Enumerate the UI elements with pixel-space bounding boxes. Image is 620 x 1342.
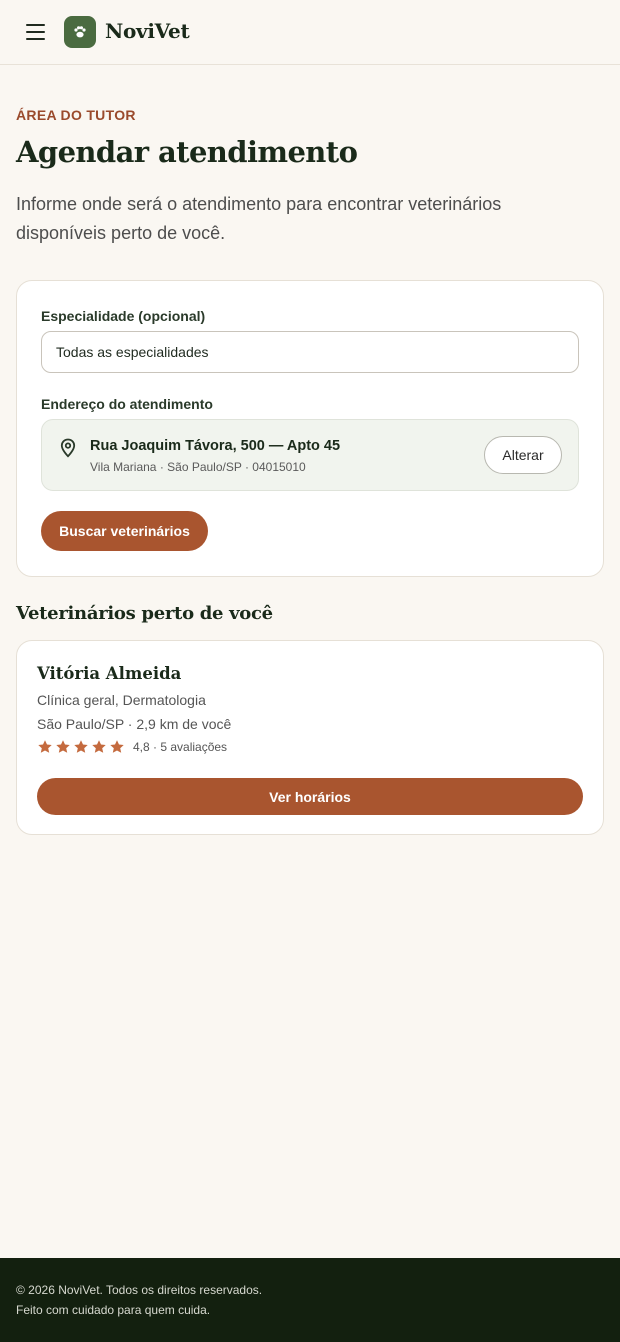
view-schedule-button[interactable]: Ver horários bbox=[37, 778, 583, 815]
star-icon bbox=[92, 740, 106, 753]
hamburger-menu-icon[interactable] bbox=[22, 19, 50, 45]
specialty-label: Especialidade (opcional) bbox=[41, 308, 206, 324]
vet-specialties: Clínica geral, Dermatologia bbox=[37, 692, 206, 708]
star-icon bbox=[74, 740, 88, 753]
page-description: Informe onde será o atendimento para enc… bbox=[16, 194, 502, 243]
section-eyebrow: ÁREA DO TUTOR bbox=[16, 107, 136, 123]
top-navigation-bar: NoviVet bbox=[0, 0, 620, 65]
star-icon bbox=[110, 740, 124, 753]
footer-copyright: © 2026 NoviVet. Todos os direitos reserv… bbox=[16, 1283, 263, 1297]
footer: © 2026 NoviVet. Todos os direitos reserv… bbox=[0, 1258, 620, 1342]
address-street: Rua Joaquim Távora, 500 — Apto 45 bbox=[90, 438, 341, 454]
address-details: Vila Mariana · São Paulo/SP · 04015010 bbox=[90, 460, 306, 474]
location-pin-icon bbox=[59, 438, 77, 463]
rating-text: 4,8 · 5 avaliações bbox=[133, 740, 228, 754]
address-summary: Rua Joaquim Távora, 500 — Apto 45 Vila M… bbox=[41, 419, 579, 491]
search-vets-button[interactable]: Buscar veterinários bbox=[41, 511, 208, 551]
brand-name[interactable]: NoviVet bbox=[105, 19, 190, 43]
star-icon bbox=[38, 740, 52, 753]
paw-icon[interactable] bbox=[64, 16, 96, 48]
vet-name: Vitória Almeida bbox=[37, 664, 182, 683]
specialty-select[interactable]: Todas as especialidades bbox=[41, 331, 579, 373]
vet-location: São Paulo/SP · 2,9 km de você bbox=[37, 716, 232, 732]
footer-tagline: Feito com cuidado para quem cuida. bbox=[16, 1303, 211, 1317]
star-icon bbox=[56, 740, 70, 753]
address-label: Endereço do atendimento bbox=[41, 396, 213, 412]
page-title: Agendar atendimento bbox=[16, 135, 358, 169]
search-form-card: Especialidade (opcional) Todas as especi… bbox=[16, 280, 604, 577]
results-title: Veterinários perto de você bbox=[16, 603, 273, 624]
change-address-button[interactable]: Alterar bbox=[484, 436, 562, 474]
vet-card: Vitória Almeida Clínica geral, Dermatolo… bbox=[16, 640, 604, 835]
vet-rating: 4,8 · 5 avaliações bbox=[37, 739, 227, 755]
